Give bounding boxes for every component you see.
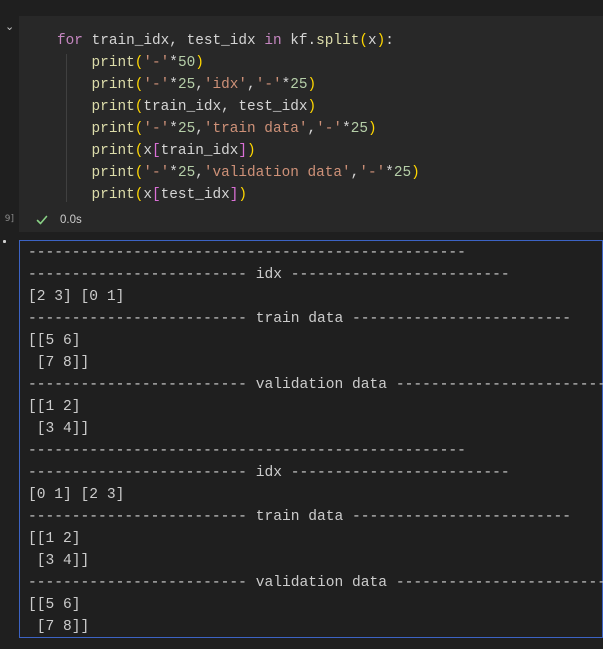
output-line: ------------------------- validation dat… [28, 575, 603, 591]
code-line: print('-'*50) [91, 55, 204, 71]
output-line: [[1 2] [28, 531, 81, 547]
code-line: print('-'*25,'validation data','-'*25) [91, 165, 420, 181]
execution-time: 0.0s [60, 214, 82, 226]
code-line: print(train_idx, test_idx) [91, 99, 317, 115]
output-line: ------------------------- idx ----------… [28, 267, 510, 283]
output-line: [[1 2] [28, 399, 81, 415]
output-line: ----------------------------------------… [28, 443, 466, 459]
code-line: print(x[train_idx]) [91, 143, 256, 159]
output-line: [[5 6] [28, 597, 81, 613]
output-line: [0 1] [2 3] [28, 487, 125, 503]
output-marker [3, 240, 6, 243]
output-line: [7 8]] [28, 619, 90, 635]
output-line: [3 4]] [28, 553, 90, 569]
output-text: ----------------------------------------… [28, 242, 603, 638]
output-line: ----------------------------------------… [28, 245, 466, 261]
code-line: print('-'*25,'idx','-'*25) [91, 77, 317, 93]
output-line: ------------------------- train data ---… [28, 311, 571, 327]
output-line: [7 8]] [28, 355, 90, 371]
chevron-down-icon[interactable]: ⌄ [5, 21, 15, 32]
cell-output[interactable]: ----------------------------------------… [19, 240, 603, 638]
cell-gutter: ⌄ 9] [0, 0, 19, 649]
check-icon [36, 215, 48, 225]
code-cell-editor[interactable]: for train_idx, test_idx in kf.split(x): … [19, 16, 603, 210]
execution-count: 9] [4, 214, 14, 224]
output-line: ------------------------- train data ---… [28, 509, 571, 525]
output-line: ------------------------- idx ----------… [28, 465, 510, 481]
output-line: [3 4]] [28, 421, 90, 437]
output-line: [2 3] [0 1] [28, 289, 125, 305]
code-line: print(x[test_idx]) [91, 187, 248, 203]
cell-status-bar: 0.0s [19, 210, 603, 232]
output-line: [[5 6] [28, 333, 81, 349]
output-line: ------------------------- validation dat… [28, 377, 603, 393]
code-line: for train_idx, test_idx in kf.split(x): [57, 33, 394, 49]
code-block: for train_idx, test_idx in kf.split(x): … [57, 30, 420, 206]
code-line: print('-'*25,'train data','-'*25) [91, 121, 377, 137]
